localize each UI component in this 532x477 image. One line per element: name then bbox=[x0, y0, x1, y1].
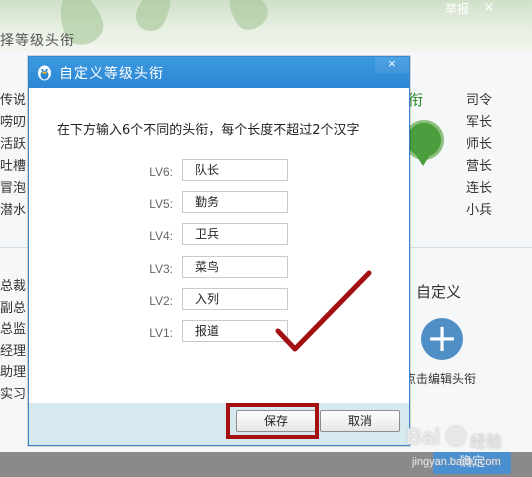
medal-ribbon bbox=[414, 152, 432, 166]
list-item[interactable]: 助理 bbox=[0, 362, 26, 384]
list-item[interactable]: 师长 bbox=[466, 134, 492, 156]
list-item[interactable]: 总裁 bbox=[0, 276, 26, 298]
list-item[interactable]: 传说 bbox=[0, 90, 26, 112]
list-item[interactable]: 冒泡 bbox=[0, 178, 26, 200]
save-highlight-annotation bbox=[226, 403, 319, 439]
right-heading: 衔 bbox=[408, 91, 424, 109]
jingyan-watermark: 经验 bbox=[470, 432, 503, 451]
close-icon[interactable]: × bbox=[375, 57, 409, 73]
level-label: LV5: bbox=[149, 197, 173, 211]
level-1-title-input[interactable]: 报道 bbox=[182, 320, 288, 342]
military-title-list: 司令 军长 师长 营长 连长 小兵 bbox=[466, 90, 492, 222]
dialog-titlebar: 自定义等级头衔 × bbox=[29, 57, 409, 88]
baidu-paw-icon bbox=[446, 426, 466, 446]
instruction-text: 在下方输入6个不同的头衔，每个长度不超过2个汉字 bbox=[57, 123, 360, 138]
list-item[interactable]: 营长 bbox=[466, 156, 492, 178]
custom-heading: 自定义 bbox=[416, 283, 462, 301]
list-item[interactable]: 总监 bbox=[0, 319, 26, 341]
list-item[interactable]: 唠叨 bbox=[0, 112, 26, 134]
level-label: LV6: bbox=[149, 165, 173, 179]
report-button[interactable]: 举报 bbox=[444, 0, 470, 18]
baidu-watermark: Bai bbox=[406, 424, 441, 449]
list-item[interactable]: 副总 bbox=[0, 298, 26, 320]
list-item[interactable]: 吐槽 bbox=[0, 156, 26, 178]
list-item[interactable]: 潜水 bbox=[0, 200, 26, 222]
edit-title-hint[interactable]: 点击编辑头衔 bbox=[404, 370, 476, 387]
cancel-button[interactable]: 取消 bbox=[320, 410, 400, 432]
dialog-title: 自定义等级头衔 bbox=[59, 66, 164, 82]
leaf-decoration bbox=[130, 0, 180, 36]
custom-level-title-dialog: 自定义等级头衔 × 在下方输入6个不同的头衔，每个长度不超过2个汉字 LV6: … bbox=[28, 56, 410, 446]
watermark-url: jingyan.baidu.com bbox=[412, 456, 501, 468]
list-item[interactable]: 小兵 bbox=[466, 200, 492, 222]
level-2-title-input[interactable]: 入列 bbox=[182, 288, 288, 310]
list-item[interactable]: 军长 bbox=[466, 112, 492, 134]
level-label: LV2: bbox=[149, 294, 173, 308]
close-icon[interactable]: × bbox=[478, 0, 500, 18]
background-window-title: 择等级头衔 bbox=[0, 33, 75, 49]
list-item[interactable]: 实习 bbox=[0, 384, 26, 406]
qq-penguin-icon bbox=[38, 65, 51, 81]
leaf-decoration bbox=[220, 0, 274, 36]
level-3-title-input[interactable]: 菜鸟 bbox=[182, 256, 288, 278]
level-label: LV3: bbox=[149, 262, 173, 276]
corporate-title-list: 总裁 副总 总监 经理 助理 实习 bbox=[0, 276, 26, 405]
level-label: LV1: bbox=[149, 326, 173, 340]
level-5-title-input[interactable]: 勤务 bbox=[182, 191, 288, 213]
left-title-list: 传说 唠叨 活跃 吐槽 冒泡 潜水 bbox=[0, 90, 26, 222]
list-item[interactable]: 经理 bbox=[0, 341, 26, 363]
level-6-title-input[interactable]: 队长 bbox=[182, 159, 288, 181]
list-item[interactable]: 司令 bbox=[466, 90, 492, 112]
list-item[interactable]: 连长 bbox=[466, 178, 492, 200]
checkmark-annotation-icon bbox=[275, 270, 372, 352]
level-4-title-input[interactable]: 卫兵 bbox=[182, 223, 288, 245]
list-item[interactable]: 活跃 bbox=[0, 134, 26, 156]
add-custom-title-icon[interactable]: + bbox=[421, 318, 463, 360]
level-label: LV4: bbox=[149, 229, 173, 243]
